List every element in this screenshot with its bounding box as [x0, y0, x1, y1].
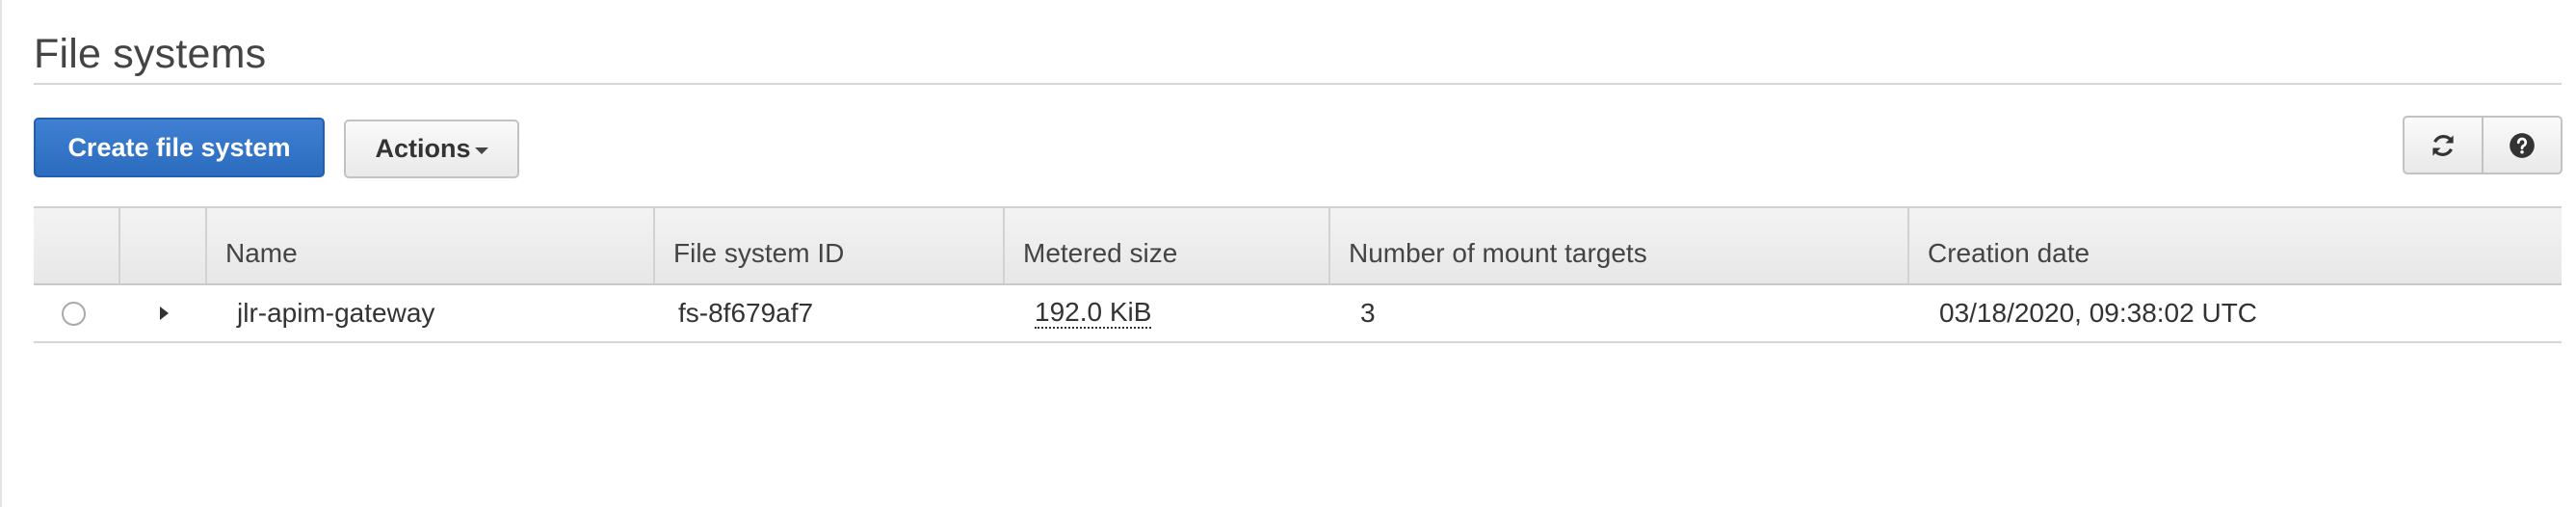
- refresh-icon: [2432, 134, 2454, 156]
- help-button[interactable]: [2482, 118, 2561, 173]
- column-header-name[interactable]: Name: [207, 208, 655, 283]
- column-header-creation-date[interactable]: Creation date: [1909, 208, 2562, 283]
- row-radio-button[interactable]: [62, 301, 86, 326]
- toolbar-icon-group: [2403, 116, 2563, 174]
- actions-label: Actions: [375, 134, 471, 163]
- file-system-id: fs-8f679af7: [678, 298, 814, 328]
- file-system-name: jlr-apim-gateway: [237, 298, 435, 328]
- file-systems-table: Name File system ID Metered size Number …: [34, 206, 2562, 343]
- row-expand-cell: [120, 285, 207, 341]
- expand-caret-icon[interactable]: [159, 307, 169, 320]
- mount-targets-count: 3: [1360, 298, 1376, 328]
- create-file-system-button[interactable]: Create file system: [34, 118, 325, 177]
- help-icon: [2510, 132, 2535, 158]
- refresh-button[interactable]: [2405, 118, 2482, 173]
- column-header-select: [34, 208, 120, 283]
- table-row[interactable]: jlr-apim-gateway fs-8f679af7 192.0 KiB 3…: [34, 285, 2562, 343]
- page-title: File systems: [34, 31, 267, 77]
- column-header-expand: [120, 208, 207, 283]
- column-header-mount-targets[interactable]: Number of mount targets: [1330, 208, 1909, 283]
- file-systems-page: File systems Create file system Actions: [0, 0, 2576, 507]
- metered-size[interactable]: 192.0 KiB: [1035, 298, 1152, 329]
- column-header-metered-size[interactable]: Metered size: [1005, 208, 1330, 283]
- creation-date: 03/18/2020, 09:38:02 UTC: [1939, 298, 2258, 328]
- metered-size-cell: 192.0 KiB: [1005, 285, 1330, 341]
- caret-down-icon: [474, 147, 488, 154]
- actions-dropdown-button[interactable]: Actions: [344, 120, 519, 178]
- table-header: Name File system ID Metered size Number …: [34, 206, 2562, 285]
- title-divider: [34, 83, 2562, 85]
- column-header-file-system-id[interactable]: File system ID: [655, 208, 1005, 283]
- row-select-cell: [34, 285, 120, 341]
